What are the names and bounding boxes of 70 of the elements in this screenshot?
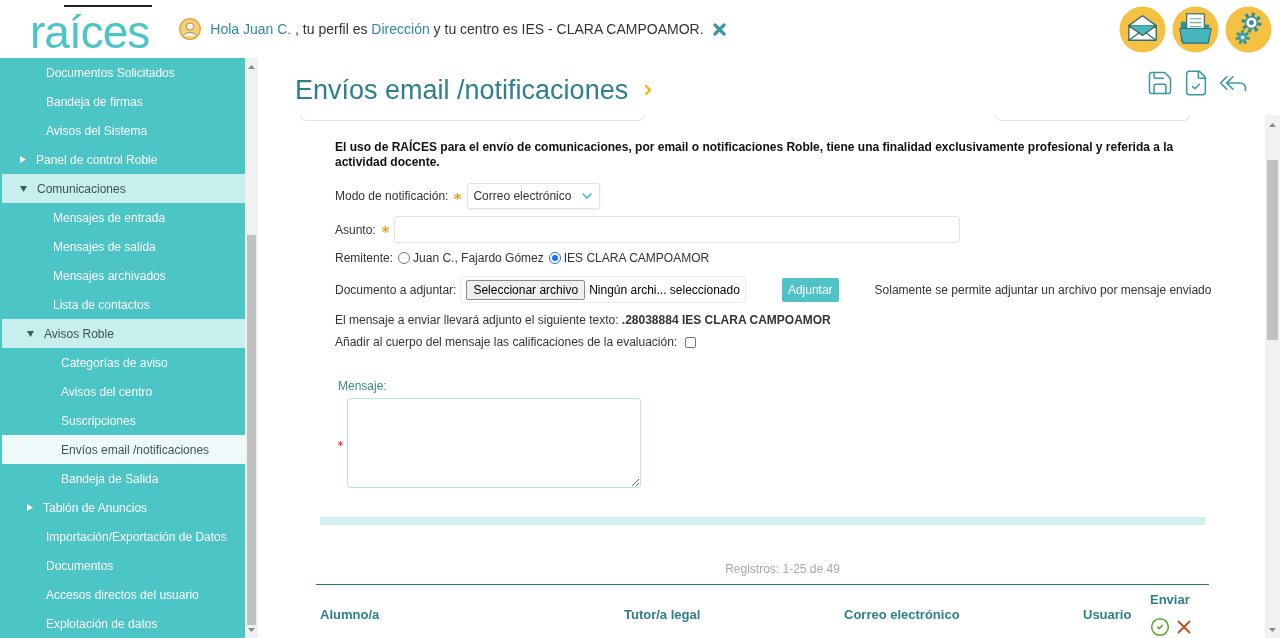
radio-label: Juan C., Fajardo Gómez (413, 250, 544, 267)
caret-down-icon[interactable] (20, 185, 27, 192)
records-count: Registros: 1-25 de 49 (725, 562, 840, 576)
sidebar-item[interactable]: Envíos email /notificaciones (2, 435, 245, 464)
greeting-text: Hola Juan C. , tu perfil es Dirección y tu centro es IES - CLARA CAMPOAMOR. (210, 19, 704, 39)
field-label: Documento a adjuntar: (335, 281, 457, 299)
sidebar-item[interactable]: Tablón de Anuncios (2, 493, 245, 522)
scrollbar[interactable] (1265, 115, 1280, 638)
check-circle-icon[interactable] (1150, 617, 1170, 637)
sidebar-item[interactable]: Comunicaciones (2, 174, 245, 203)
attachment-hint: Solamente se permite adjuntar un archivo por mensaje enviado (874, 281, 1212, 299)
field-label: Añadir al cuerpo del mensaje las calificaciones de la evaluación: (335, 334, 678, 351)
column-header: Enviar (1150, 593, 1190, 607)
sidebar-item[interactable]: Bandeja de firmas (2, 87, 245, 116)
sidebar-item[interactable]: Lista de contactos (2, 290, 245, 319)
evaluation-checkbox[interactable] (685, 336, 697, 348)
scrollbar-thumb[interactable] (1267, 160, 1278, 340)
file-name-text: Ningún archi... seleccionado (589, 281, 740, 299)
logo[interactable]: raíces (30, 3, 150, 55)
sidebar-item[interactable]: Documentos (2, 551, 245, 580)
sidebar-item[interactable]: Mensajes de entrada (2, 203, 245, 232)
sidebar-item[interactable]: Importación/Exportación de Datos (2, 522, 245, 551)
column-header: Correo electrónico (844, 607, 960, 623)
caret-right-icon[interactable] (20, 156, 26, 163)
caret-right-icon[interactable] (27, 504, 33, 511)
file-input[interactable]: Seleccionar archivo Ningún archi... seleccionado (460, 276, 746, 303)
column-header: Alumno/a (320, 607, 380, 623)
sidebar-item[interactable]: Suscripciones (2, 406, 245, 435)
greeting-link[interactable]: Hola Juan C. (210, 20, 292, 37)
attachment-text-note: El mensaje a enviar llevará adjunto el siguiente texto: .28038884 IES CLARA CAMPOAMOR (335, 312, 831, 328)
scroll-up-icon[interactable] (1269, 123, 1276, 127)
sidebar-item[interactable]: Mensajes archivados (2, 261, 245, 290)
radio-label: IES CLARA CAMPOAMOR (563, 250, 710, 267)
envelope-icon[interactable] (1119, 5, 1166, 53)
scrollbar[interactable] (245, 58, 258, 638)
sidebar-item[interactable]: Avisos del Sistema (2, 116, 245, 145)
sidebar-item[interactable]: Panel de control Roble (2, 145, 245, 174)
radio-button[interactable] (548, 252, 561, 264)
subject-input[interactable] (393, 216, 960, 243)
column-header: Usuario (1083, 607, 1132, 623)
sidebar-item[interactable]: Avisos Roble (2, 319, 245, 348)
field-label: Modo de notificación: (335, 188, 449, 205)
sidebar-item[interactable]: Explotación de datos (2, 609, 245, 638)
sidebar-item[interactable]: Mensajes de salida (2, 232, 245, 261)
caret-down-icon[interactable] (27, 330, 34, 337)
sidebar-item[interactable]: Avisos del centro (2, 377, 245, 406)
sidebar-item[interactable]: Documentos Solicitados (2, 58, 245, 87)
select-file-button[interactable]: Seleccionar archivo (466, 279, 586, 300)
scrollbar-thumb[interactable] (247, 235, 256, 625)
usage-notice: El uso de RAÍCES para el envío de comunicaciones, por email o notificaciones Roble, tiene una finalidad exclusivamente profesional y referida a la actividad docente. (335, 140, 1175, 170)
sidebar-item[interactable]: Bandeja de Salida (2, 464, 245, 493)
attach-button[interactable]: Adjuntar (781, 277, 839, 302)
scroll-down-icon[interactable] (248, 628, 255, 632)
column-header: Tutor/a legal (624, 607, 701, 623)
gears-icon[interactable] (1225, 5, 1272, 53)
close-icon[interactable] (712, 22, 726, 36)
page-title: Envíos email /notificaciones (295, 74, 629, 106)
save-icon[interactable] (1146, 69, 1174, 97)
scroll-up-icon[interactable] (248, 65, 255, 69)
scroll-down-icon[interactable] (1269, 628, 1276, 632)
sidebar-item[interactable]: Categorías de aviso (2, 348, 245, 377)
user-avatar-icon[interactable] (179, 18, 202, 40)
greeting-link[interactable]: Dirección (371, 20, 430, 37)
sidebar-item[interactable]: Accesos directos del usuario (2, 580, 245, 609)
notification-mode-select[interactable]: Correo electrónico (467, 183, 601, 209)
field-label: Mensaje: (338, 379, 387, 393)
field-label: Remitente: (335, 250, 394, 267)
radio-button[interactable] (398, 252, 411, 264)
folder-document-icon[interactable] (1172, 5, 1219, 53)
field-label: Asunto: (335, 221, 376, 239)
